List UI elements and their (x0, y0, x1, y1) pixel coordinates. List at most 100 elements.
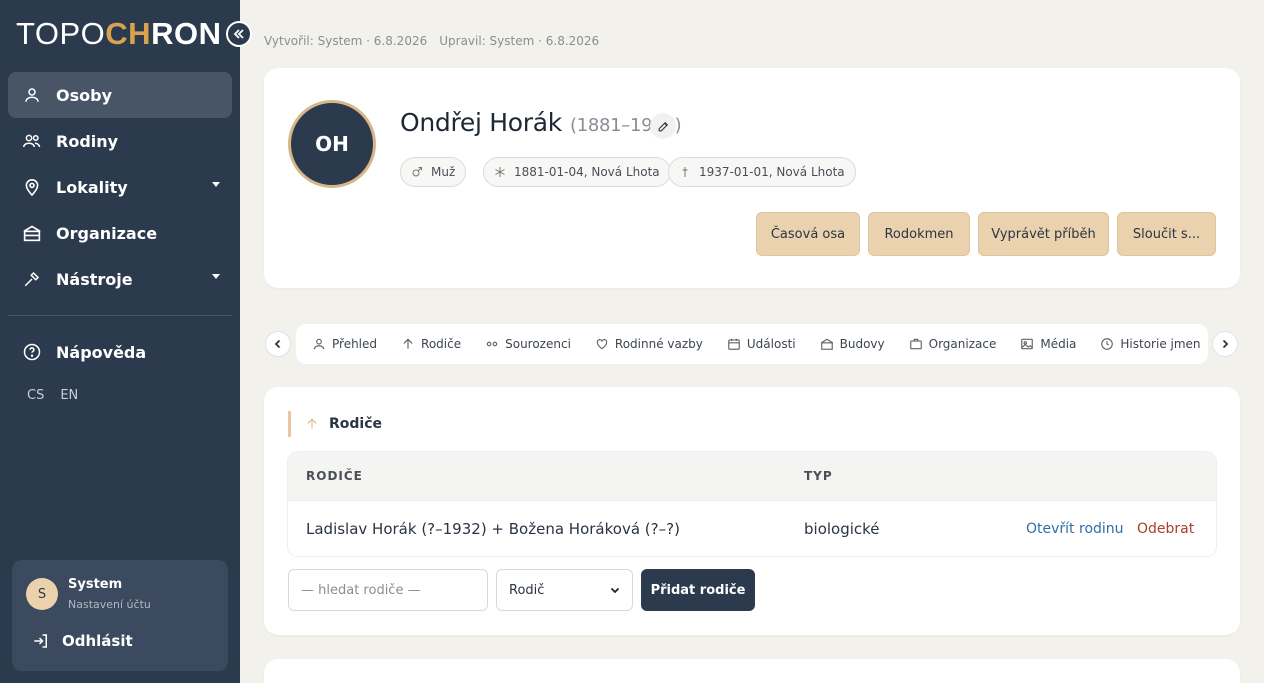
pencil-icon (658, 121, 668, 131)
timeline-button[interactable]: Časová osa (756, 212, 860, 256)
user-name: System (68, 577, 123, 592)
tab-label: Přehled (332, 337, 378, 351)
avatar[interactable]: S (26, 578, 58, 610)
chevron-down-icon (212, 274, 220, 279)
tab-rodinne-vazby[interactable]: Rodinné vazby (595, 337, 715, 351)
cross-icon (679, 166, 691, 178)
sidebar-collapse-button[interactable] (226, 21, 252, 47)
death-value: 1937-01-01, Nová Lhota (699, 165, 845, 179)
map-pin-icon (22, 177, 42, 197)
sidebar-item-label: Osoby (56, 85, 112, 105)
remove-parent-link[interactable]: Odebrat (1137, 521, 1194, 537)
image-icon (1020, 337, 1034, 351)
tell-story-button[interactable]: Vyprávět příběh (978, 212, 1109, 256)
open-family-link[interactable]: Otevřít rodinu (1026, 521, 1124, 537)
sidebar-item-label: Rodiny (56, 131, 119, 151)
sidebar: TOPO C H RON Osoby Rodiny Lokality Organ… (0, 0, 240, 683)
tab-budovy[interactable]: Budovy (820, 337, 897, 351)
tab-strip: Přehled Rodiče Sourozenci Rodinné vazby … (296, 324, 1208, 364)
tab-label: Rodinné vazby (614, 337, 703, 351)
birth-value: 1881-01-04, Nová Lhota (514, 165, 660, 179)
table-header: RODIČE TYP (288, 452, 1216, 500)
calendar-icon (727, 337, 741, 351)
sidebar-help: Nápověda (8, 329, 232, 375)
next-section (264, 659, 1240, 683)
column-header-type: TYP (804, 469, 833, 483)
logout-icon (32, 632, 50, 650)
sidebar-item-label: Nápověda (56, 342, 147, 362)
sidebar-item-napoveda[interactable]: Nápověda (8, 329, 232, 375)
record-meta: Vytvořil: System · 6.8.2026 Upravil: Sys… (264, 34, 599, 48)
heart-icon (595, 337, 609, 351)
add-parent-button[interactable]: Přidat rodiče (641, 569, 755, 611)
tabs-scroll-left[interactable] (265, 331, 291, 357)
sidebar-item-osoby[interactable]: Osoby (8, 72, 232, 118)
chevron-right-icon (1222, 339, 1229, 349)
parent-role-select[interactable]: Rodič (496, 569, 633, 611)
column-header-parents: RODIČE (306, 469, 363, 483)
sidebar-item-rodiny[interactable]: Rodiny (8, 118, 232, 164)
user-card: S System Nastavení účtu Odhlásit (12, 560, 228, 671)
tab-label: Rodiče (421, 337, 462, 351)
logout-label: Odhlásit (62, 632, 133, 650)
briefcase-icon (909, 337, 923, 351)
table-row: Ladislav Horák (?–1932) + Božena Horákov… (288, 500, 1216, 556)
app-logo[interactable]: TOPO C H RON (16, 16, 221, 52)
person-avatar: OH (288, 100, 376, 188)
logout-button[interactable]: Odhlásit (32, 632, 133, 650)
sidebar-item-label: Lokality (56, 177, 128, 197)
account-settings-link[interactable]: Nastavení účtu (68, 598, 151, 611)
tab-label: Média (1040, 337, 1077, 351)
tab-historie-jmen[interactable]: Historie jmen (1100, 337, 1208, 351)
gender-chip: Muž (400, 157, 467, 187)
tab-prehled[interactable]: Přehled (312, 337, 389, 351)
parents-cell: Ladislav Horák (?–1932) + Božena Horákov… (306, 519, 680, 538)
pedigree-button[interactable]: Rodokmen (868, 212, 970, 256)
tabs-scroll-right[interactable] (1212, 331, 1238, 357)
parent-search-input[interactable] (288, 569, 488, 611)
parent-role-value: Rodič (509, 582, 545, 598)
tab-label: Budovy (839, 337, 885, 351)
help-circle-icon (22, 342, 42, 362)
tab-sourozenci[interactable]: Sourozenci (485, 337, 583, 351)
tab-organizace[interactable]: Organizace (909, 337, 1009, 351)
chevron-down-icon (610, 585, 620, 595)
users-icon (22, 131, 42, 151)
clock-icon (1100, 337, 1114, 351)
tab-rodice[interactable]: Rodiče (401, 337, 473, 351)
death-chip: 1937-01-01, Nová Lhota (668, 157, 856, 187)
logo-text-accent-2: H (128, 16, 152, 51)
sidebar-item-organizace[interactable]: Organizace (8, 210, 232, 256)
section-title-label: Rodiče (329, 416, 383, 432)
siblings-icon (485, 337, 499, 351)
lang-en[interactable]: EN (60, 388, 78, 403)
wrench-icon (22, 269, 42, 289)
sidebar-nav: Osoby Rodiny Lokality Organizace Nástroj… (8, 72, 232, 302)
building-icon (820, 337, 834, 351)
birth-chip: 1881-01-04, Nová Lhota (483, 157, 671, 187)
chevron-down-icon (212, 182, 220, 187)
user-icon (22, 85, 42, 105)
chevron-left-icon (274, 339, 281, 349)
edit-person-button[interactable] (650, 113, 676, 139)
tab-udalosti[interactable]: Události (727, 337, 808, 351)
tab-label: Organizace (928, 337, 997, 351)
logo-text-end: RON (151, 16, 222, 51)
parents-section: Rodiče RODIČE TYP Ladislav Horák (?–1932… (264, 387, 1240, 635)
lang-cs[interactable]: CS (27, 388, 44, 403)
building-icon (22, 223, 42, 243)
male-icon (411, 166, 423, 178)
created-by: Vytvořil: System · 6.8.2026 (264, 34, 428, 48)
tab-label: Sourozenci (505, 337, 571, 351)
merge-button[interactable]: Sloučit s... (1117, 212, 1216, 256)
sidebar-item-label: Nástroje (56, 269, 133, 289)
sidebar-item-nastroje[interactable]: Nástroje (8, 256, 232, 302)
arrow-up-icon (305, 417, 319, 431)
tab-media[interactable]: Média (1020, 337, 1088, 351)
sidebar-item-lokality[interactable]: Lokality (8, 164, 232, 210)
sidebar-item-label: Organizace (56, 223, 158, 243)
double-chevron-left-icon (233, 29, 244, 39)
tab-label: Události (746, 337, 796, 351)
sidebar-divider (8, 315, 232, 316)
tab-label: Historie jmen (1120, 337, 1201, 351)
